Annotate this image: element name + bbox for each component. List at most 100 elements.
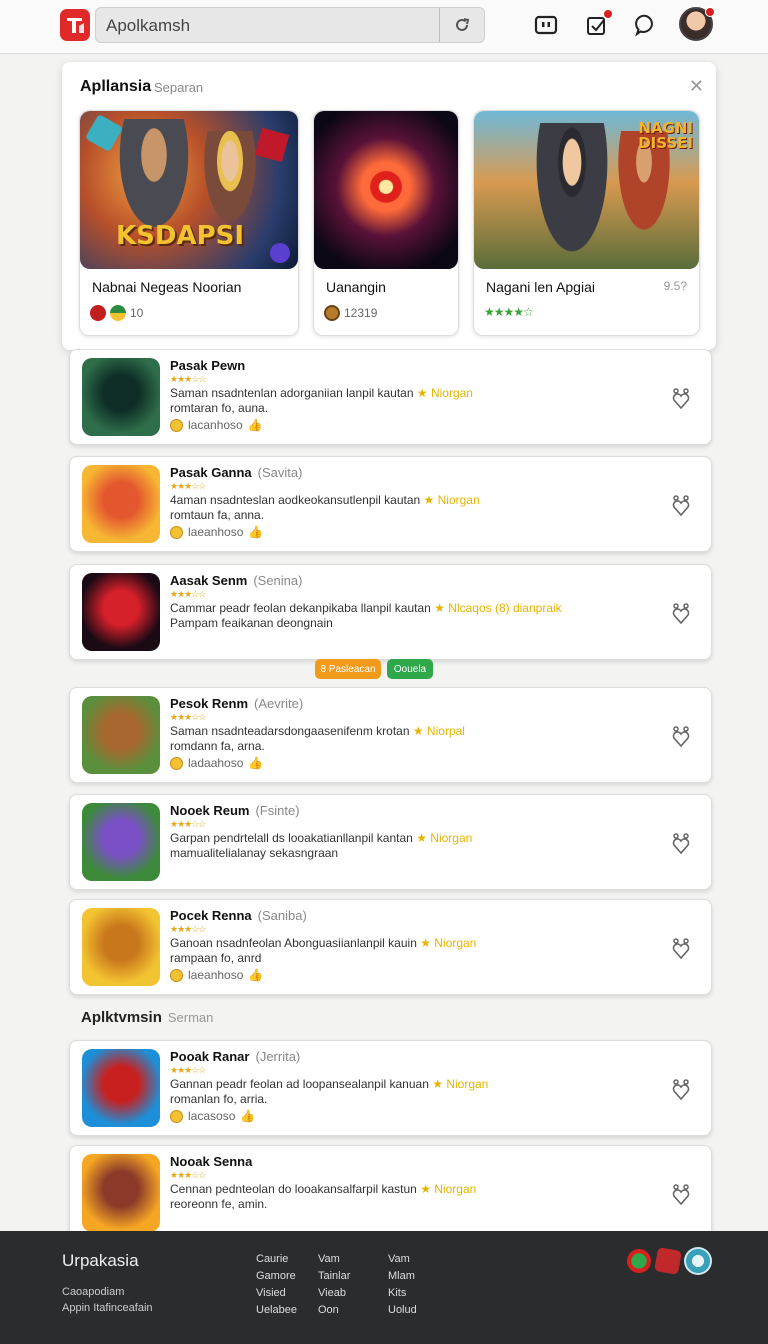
favorite-icon[interactable]: [671, 1182, 691, 1206]
app-meta-text: ladaahoso: [188, 756, 244, 770]
featured-art-2: [314, 111, 458, 269]
app-subtitle: (Saniba): [257, 908, 307, 923]
thumb-icon: 👍: [248, 525, 264, 539]
footer-links-col-1: Caurie Gamore Visied Uelabee: [256, 1251, 297, 1319]
app-highlight: ★ Niorgan: [423, 493, 480, 507]
app-desc-line-2: Pampam feaikanan deongnain: [170, 616, 333, 630]
app-list-item[interactable]: Pooak Ranar (Jerrita) ★★★☆☆ Gannan peadr fe…: [69, 1040, 712, 1136]
featured-art-1-label: KSDAPSI: [116, 221, 245, 251]
app-desc-line-1: 4aman nsadnteslan aodkeokansutlenpil kau…: [170, 493, 421, 507]
app-name-row: Nooak Senna: [170, 1154, 258, 1169]
app-icon: [82, 803, 160, 881]
tag-pill-green[interactable]: Oouela: [387, 659, 433, 679]
favorite-icon[interactable]: [671, 724, 691, 748]
app-list-item[interactable]: Aasak Senm (Senina) ★★★☆☆ Cammar peadr feol…: [69, 564, 712, 660]
app-list-item[interactable]: Pasak Ganna (Savita) ★★★☆☆ 4aman nsadntesla…: [69, 456, 712, 552]
section-title: Aplktvmsin: [81, 1009, 162, 1026]
app-meta: laeanhoso 👍: [170, 968, 263, 982]
app-list-item[interactable]: Pesok Renm (Aevrite) ★★★☆☆ Saman nsadnteada…: [69, 687, 712, 783]
favorite-icon[interactable]: [671, 1077, 691, 1101]
app-description: Gannan peadr feolan ad loopansealanpil k…: [170, 1077, 630, 1107]
coin-icon: [170, 1109, 183, 1123]
footer-link[interactable]: Vieab: [318, 1285, 350, 1302]
close-icon[interactable]: ✕: [689, 76, 704, 97]
app-name-row: Pesok Renm (Aevrite): [170, 696, 303, 711]
refresh-button[interactable]: [439, 8, 484, 42]
featured-card-meta: 12319: [324, 305, 377, 321]
app-name-row: Pasak Pewn: [170, 358, 251, 373]
app-highlight: ★ Nlcaqos (8) dianpraik: [434, 601, 562, 615]
top-bar: [0, 0, 768, 54]
app-desc-line-2: romanlan fo, arria.: [170, 1092, 268, 1106]
footer-link[interactable]: Oon: [318, 1302, 350, 1319]
app-meta-text: laeanhoso: [188, 968, 244, 982]
footer-link[interactable]: Kits: [388, 1285, 417, 1302]
app-name-row: Pocek Renna (Saniba): [170, 908, 307, 923]
footer-link[interactable]: Uolud: [388, 1302, 417, 1319]
app-desc-line-1: Garpan pendrtelall ds looakatianllanpil …: [170, 831, 413, 845]
footer-link[interactable]: Gamore: [256, 1268, 297, 1285]
social-green-icon[interactable]: [627, 1249, 651, 1273]
app-list-item[interactable]: Nooek Reum (Fsinte) ★★★☆☆ Garpan pendrtelal…: [69, 794, 712, 890]
tag-pill-orange[interactable]: 8 Pasleacan: [315, 659, 381, 679]
app-desc-line-2: romtaun fa, anna.: [170, 508, 265, 522]
favorite-icon[interactable]: [671, 936, 691, 960]
app-subtitle: (Senina): [253, 573, 303, 588]
app-list-item[interactable]: Nooak Senna ★★★☆☆ Cennan pednteolan do loo…: [69, 1145, 712, 1241]
app-name: Nooek Reum: [170, 803, 250, 818]
coin-icon: [170, 968, 183, 982]
featured-card-2[interactable]: Uanangin 12319: [313, 110, 459, 336]
app-rating: ★★★☆☆: [170, 712, 206, 722]
footer-link[interactable]: Caurie: [256, 1251, 297, 1268]
footer-link[interactable]: Visied: [256, 1285, 297, 1302]
favorite-icon[interactable]: [671, 831, 691, 855]
favorite-icon[interactable]: [671, 601, 691, 625]
app-name-row: Aasak Senm (Senina): [170, 573, 302, 588]
featured-card-3[interactable]: NAGNI DISSEI Nagani len Apgiai 9.5? ★★★★…: [473, 110, 700, 336]
app-icon: [82, 1049, 160, 1127]
footer-link[interactable]: Vam: [318, 1251, 350, 1268]
footer-link[interactable]: Uelabee: [256, 1302, 297, 1319]
app-highlight: ★ Niorgan: [432, 1077, 489, 1091]
footer-link[interactable]: Vam: [388, 1251, 417, 1268]
user-avatar[interactable]: [679, 7, 715, 41]
search-bar: [95, 7, 485, 43]
app-description: Cammar peadr feolan dekanpikaba llanpil …: [170, 601, 630, 631]
tv-button[interactable]: [533, 12, 559, 38]
app-rating: ★★★☆☆: [170, 589, 206, 599]
app-list-item[interactable]: Pocek Renna (Saniba) ★★★☆☆ Ganoan nsadnfeol…: [69, 899, 712, 995]
app-description: Cennan pednteolan do looakansalfarpil ka…: [170, 1182, 630, 1212]
app-meta-text: lacasoso: [188, 1109, 236, 1123]
social-game-icon[interactable]: [684, 1247, 712, 1275]
footer-tagline-2: Appin Itafinceafain: [62, 1302, 153, 1314]
featured-card-name: Nagani len Apgiai: [486, 279, 595, 295]
footer-link[interactable]: Mlam: [388, 1268, 417, 1285]
chat-button[interactable]: [633, 12, 659, 38]
app-subtitle: (Jerrita): [255, 1049, 301, 1064]
search-input[interactable]: [106, 15, 436, 37]
footer-tagline: Caoapodiam: [62, 1286, 125, 1298]
app-list-item[interactable]: Pasak Pewn ★★★☆☆ Saman nsadntenlan adorgan…: [69, 349, 712, 445]
favorite-icon[interactable]: [671, 386, 691, 410]
app-logo-icon[interactable]: [60, 9, 90, 41]
footer-link[interactable]: Tainlar: [318, 1268, 350, 1285]
app-icon: [82, 908, 160, 986]
featured-card-meta: 10: [90, 305, 143, 321]
app-description: Garpan pendrtelall ds looakatianllanpil …: [170, 831, 630, 861]
favorite-icon[interactable]: [671, 493, 691, 517]
app-rating: ★★★☆☆: [170, 819, 206, 829]
notification-badge: [603, 9, 613, 19]
section-heading: Aplktvmsin Serman: [81, 1009, 213, 1026]
tv-icon: [534, 15, 558, 35]
featured-card-1[interactable]: KSDAPSI Nabnai Negeas Noorian 10: [79, 110, 299, 336]
featured-card-rating: ★★★★☆: [484, 305, 534, 319]
app-subtitle: (Fsinte): [255, 803, 300, 818]
featured-card-name: Uanangin: [326, 279, 386, 295]
app-icon: [82, 465, 160, 543]
app-description: Ganoan nsadnfeolan Abonguasiianlanpil ka…: [170, 936, 630, 966]
app-highlight: ★ Niorgan: [420, 1182, 477, 1196]
app-rating: ★★★☆☆: [170, 1170, 206, 1180]
app-name: Pooak Ranar: [170, 1049, 250, 1064]
social-dice-icon[interactable]: [654, 1247, 682, 1275]
notifications-button[interactable]: [584, 9, 613, 38]
